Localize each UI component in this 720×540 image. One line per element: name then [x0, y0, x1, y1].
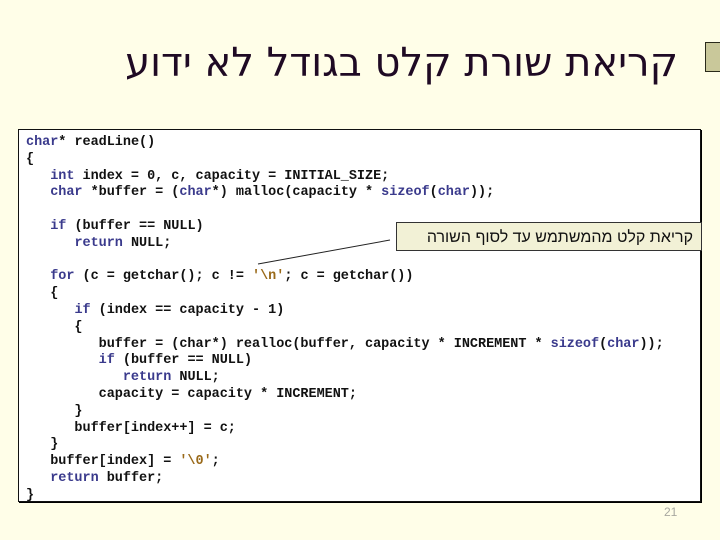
callout-text: קריאת קלט מהמשתמש עד לסוף השורה [426, 229, 693, 246]
code-line: return buffer; [26, 471, 664, 488]
code-line: capacity = capacity * INCREMENT; [26, 387, 664, 404]
code-line: } [26, 404, 664, 421]
code-text: (buffer == NULL) [114, 353, 253, 369]
code-text: } [26, 437, 59, 453]
code-line: { [26, 152, 664, 169]
code-text: } [26, 487, 35, 503]
code-text: buffer[index] = [26, 454, 180, 470]
code-text: buffer; [98, 470, 164, 486]
code-listing: char* readLine(){ int index = 0, c, capa… [26, 135, 664, 505]
code-line: { [26, 320, 664, 337]
code-listing-box: char* readLine(){ int index = 0, c, capa… [18, 129, 701, 505]
slide-title: קריאת שורת קלט בגודל לא ידוע [125, 40, 678, 86]
title-bullet-square-icon [705, 42, 720, 72]
code-text: ( [599, 336, 608, 352]
code-line: if (index == capacity - 1) [26, 303, 664, 320]
code-keyword: char [50, 185, 83, 201]
code-text: capacity = capacity * INCREMENT; [26, 386, 357, 402]
code-line: buffer[index++] = c; [26, 421, 664, 438]
code-text: *) malloc(capacity * [211, 185, 382, 201]
code-text: { [26, 319, 83, 335]
code-line: buffer = (char*) realloc(buffer, capacit… [26, 337, 664, 354]
code-text: ; c = getchar()) [284, 269, 414, 285]
code-text: (c = getchar(); c != [74, 269, 253, 285]
code-line: char *buffer = (char*) malloc(capacity *… [26, 185, 664, 202]
code-char-literal: '\0' [179, 454, 212, 470]
code-keyword: return [74, 235, 123, 251]
code-keyword: if [50, 218, 67, 234]
code-text: NULL; [122, 235, 172, 251]
code-text: { [26, 286, 59, 302]
code-keyword: return [50, 470, 99, 486]
code-keyword: sizeof [550, 336, 600, 352]
code-text: buffer = (char*) realloc(buffer, capacit… [26, 336, 551, 352]
code-keyword: for [50, 269, 75, 285]
code-line: } [26, 437, 664, 454]
code-line: return NULL; [26, 370, 664, 387]
code-keyword: char [179, 185, 212, 201]
code-line: int index = 0, c, capacity = INITIAL_SIZ… [26, 169, 664, 186]
code-keyword: int [50, 168, 75, 184]
code-line: char* readLine() [26, 135, 664, 152]
code-text: index = 0, c, capacity = INITIAL_SIZE; [74, 168, 390, 184]
code-text: ; [211, 454, 220, 470]
code-keyword: char [607, 336, 640, 352]
code-keyword: char [26, 135, 59, 150]
code-text: *buffer = ( [82, 185, 180, 201]
code-text: } [26, 403, 83, 419]
code-text: { [26, 151, 35, 167]
code-line: { [26, 286, 664, 303]
code-char-literal: '\n' [252, 269, 285, 285]
code-text: (index == capacity - 1) [90, 302, 285, 318]
code-line: } [26, 488, 664, 505]
code-line: if (buffer == NULL) [26, 353, 664, 370]
code-keyword: sizeof [381, 185, 430, 201]
code-keyword: if [98, 353, 115, 369]
code-text: (buffer == NULL) [66, 218, 204, 234]
code-text: NULL; [171, 370, 220, 386]
code-text: )); [469, 185, 495, 201]
callout-box: קריאת קלט מהמשתמש עד לסוף השורה [396, 222, 702, 251]
code-keyword: if [74, 302, 91, 318]
code-text: )); [639, 336, 664, 352]
code-line: buffer[index] = '\0'; [26, 454, 664, 471]
page-number: 21 [664, 505, 678, 519]
code-text: buffer[index++] = c; [26, 420, 236, 436]
code-text: ( [429, 185, 438, 201]
code-line: for (c = getchar(); c != '\n'; c = getch… [26, 269, 664, 286]
code-keyword: char [437, 185, 470, 201]
code-keyword: return [122, 370, 172, 386]
code-text: * readLine() [58, 135, 156, 150]
